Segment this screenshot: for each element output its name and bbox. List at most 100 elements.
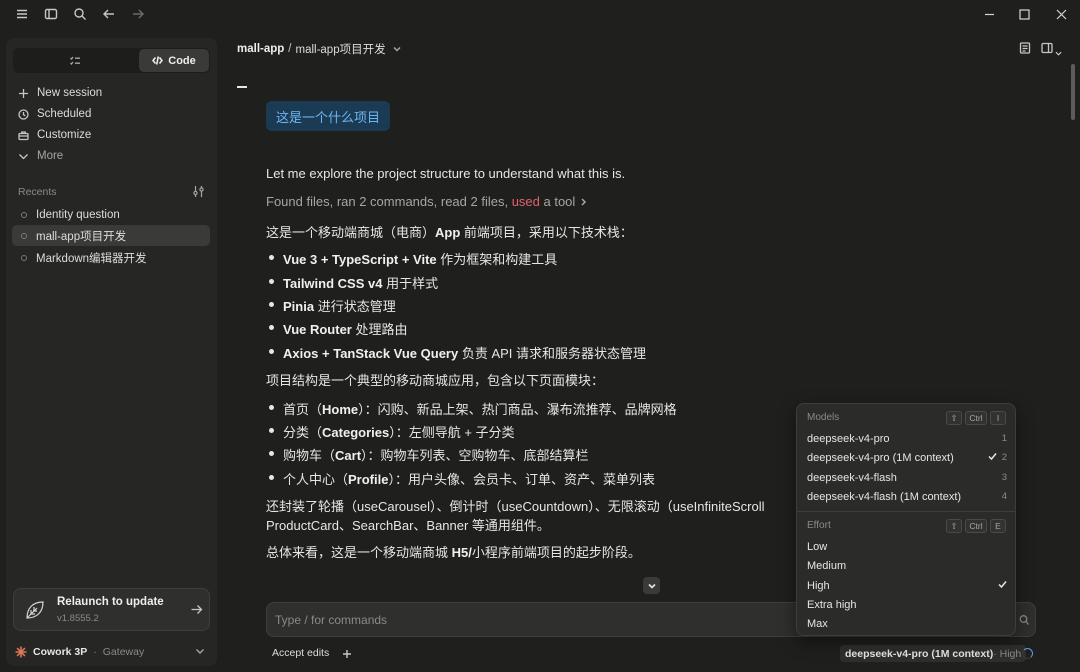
- model-option[interactable]: deepseek-v4-pro 1: [807, 430, 1007, 447]
- shortcut-key: ⇧: [946, 519, 962, 533]
- tool-summary-prefix: Found files, ran 2 commands, read 2 file…: [266, 194, 512, 209]
- module-item: 分类（Categories）：左侧导航 + 子分类: [283, 422, 515, 441]
- recent-item-markdown-editor[interactable]: Markdown编辑器开发: [12, 247, 210, 268]
- effort-option-label: Max: [807, 617, 828, 630]
- forward-arrow-icon[interactable]: [129, 5, 147, 23]
- menu-divider: [797, 511, 1015, 512]
- module-item-bold: Profile: [348, 472, 389, 487]
- filter-icon[interactable]: [192, 185, 206, 199]
- bullet-dot: [269, 475, 274, 480]
- summary-a: 总体来看，这是一个移动端商城: [266, 545, 452, 560]
- stack-item-bold: Tailwind CSS v4: [283, 276, 383, 291]
- check-icon: [988, 452, 997, 464]
- mode-chat-button[interactable]: [13, 48, 137, 73]
- recent-item-mall-app[interactable]: mall-app项目开发: [12, 225, 210, 246]
- summary-b: 小程序前端项目的起步阶段。: [471, 545, 641, 560]
- recent-item-label: Identity question: [36, 208, 120, 221]
- add-attachment-icon[interactable]: [342, 647, 354, 659]
- account-separator: ·: [93, 646, 97, 658]
- minimize-icon[interactable]: [978, 4, 1000, 24]
- briefcase-icon: [18, 130, 29, 140]
- bullet-dot: [269, 451, 274, 456]
- stack-item-rest: 用于样式: [382, 276, 439, 291]
- checklist-icon: [70, 56, 80, 65]
- nav-label: More: [37, 150, 64, 162]
- model-menu: Models ⇧ Ctrl I deepseek-v4-pro 1 deepse…: [796, 403, 1016, 636]
- model-option[interactable]: deepseek-v4-flash 3: [807, 469, 1007, 486]
- composables-line-2: ProductCard、SearchBar、Banner 等通用组件。: [266, 518, 550, 533]
- breadcrumb-session[interactable]: mall-app项目开发: [296, 41, 386, 57]
- tool-summary[interactable]: Found files, ran 2 commands, read 2 file…: [266, 194, 587, 209]
- effort-option[interactable]: Low: [807, 538, 1007, 555]
- bullet-dot: [269, 279, 274, 284]
- leaf-icon: [23, 598, 47, 622]
- model-option-label: deepseek-v4-flash (1M context): [807, 490, 962, 503]
- model-option[interactable]: deepseek-v4-flash (1M context) 4: [807, 488, 1007, 505]
- stack-item-rest: 处理路由: [351, 322, 408, 337]
- bullet-dot: [269, 428, 274, 433]
- shortcut-key: E: [990, 519, 1006, 533]
- accept-edits-toggle[interactable]: Accept edits: [272, 647, 329, 659]
- nav-more[interactable]: More: [18, 146, 63, 166]
- prompt-input[interactable]: [275, 611, 795, 629]
- recent-item-identity-question[interactable]: Identity question: [12, 204, 210, 225]
- back-arrow-icon[interactable]: [100, 5, 118, 23]
- chevron-right-icon: [581, 198, 587, 206]
- model-selector-button[interactable]: deepseek-v4-pro (1M context) · High: [840, 645, 1027, 662]
- maximize-icon[interactable]: [1013, 4, 1035, 24]
- chevron-down-icon[interactable]: [393, 45, 401, 53]
- chevron-down-icon[interactable]: [1055, 45, 1063, 56]
- sidebar-toggle-icon[interactable]: [42, 5, 60, 23]
- brand-burst-icon: [15, 646, 27, 658]
- effort-option[interactable]: Max: [807, 615, 1007, 632]
- model-option-number: 1: [1001, 433, 1007, 444]
- close-icon[interactable]: [1050, 4, 1072, 24]
- stack-item: Vue 3 + TypeScript + Vite 作为框架和构建工具: [283, 249, 557, 268]
- streaming-indicator: [237, 86, 247, 88]
- mode-code-button[interactable]: Code: [139, 49, 209, 72]
- scroll-to-bottom-button[interactable]: [643, 577, 660, 594]
- relaunch-update-card[interactable]: Relaunch to update v1.8555.2: [13, 588, 210, 631]
- mode-toggle: Code: [13, 48, 210, 73]
- effort-option-label: High: [807, 579, 830, 592]
- stack-item: Pinia 进行状态管理: [283, 296, 396, 315]
- nav-customize[interactable]: Customize: [18, 125, 91, 145]
- breadcrumb-project[interactable]: mall-app: [237, 43, 284, 55]
- stack-item-bold: Pinia: [283, 299, 315, 314]
- model-option-number: 4: [1001, 491, 1007, 502]
- account-switcher[interactable]: Cowork 3P · Gateway: [15, 643, 205, 661]
- effort-option[interactable]: High: [807, 577, 1007, 594]
- menu-icon[interactable]: [13, 5, 31, 23]
- status-dot-icon: [21, 232, 27, 239]
- tool-summary-suffix: a tool: [539, 194, 576, 209]
- effort-option[interactable]: Medium: [807, 557, 1007, 574]
- document-icon[interactable]: [1019, 42, 1033, 56]
- effort-option-label: Low: [807, 540, 828, 553]
- plus-icon: [19, 88, 28, 98]
- effort-option[interactable]: Extra high: [807, 596, 1007, 613]
- model-pill-effort: · High: [993, 647, 1022, 660]
- scrollbar[interactable]: [1071, 64, 1075, 120]
- nav-new-session[interactable]: New session: [18, 83, 102, 103]
- model-option[interactable]: deepseek-v4-pro (1M context) 2: [807, 449, 1007, 466]
- panel-toggle-icon[interactable]: [1041, 42, 1055, 56]
- module-item: 个人中心（Profile）：用户头像、会员卡、订单、资产、菜单列表: [283, 469, 655, 488]
- stack-item-rest: 作为框架和构建工具: [436, 252, 558, 267]
- nav-scheduled[interactable]: Scheduled: [18, 104, 91, 124]
- module-item-bold: Categories: [322, 425, 390, 440]
- stack-item: Vue Router 处理路由: [283, 319, 407, 338]
- stack-item: Axios + TanStack Vue Query 负责 API 请求和服务器…: [283, 343, 646, 362]
- module-item-bold: Cart: [335, 448, 362, 463]
- module-item-a: 购物车（: [283, 448, 336, 463]
- search-icon[interactable]: [1019, 614, 1029, 626]
- loading-spinner-icon: [1022, 648, 1033, 659]
- search-icon[interactable]: [71, 5, 89, 23]
- account-gateway: Gateway: [102, 646, 145, 658]
- update-title: Relaunch to update: [57, 596, 164, 608]
- stack-item-bold: Vue 3 + TypeScript + Vite: [283, 252, 437, 267]
- account-name: Cowork 3P: [33, 646, 88, 658]
- arrow-right-icon: [190, 603, 204, 617]
- stack-intro-a: 这是一个移动端商城（电商）: [266, 225, 436, 240]
- structure-intro: 项目结构是一个典型的移动商城应用，包含以下页面模块：: [266, 373, 605, 388]
- breadcrumb[interactable]: mall-app / mall-app项目开发: [237, 41, 401, 57]
